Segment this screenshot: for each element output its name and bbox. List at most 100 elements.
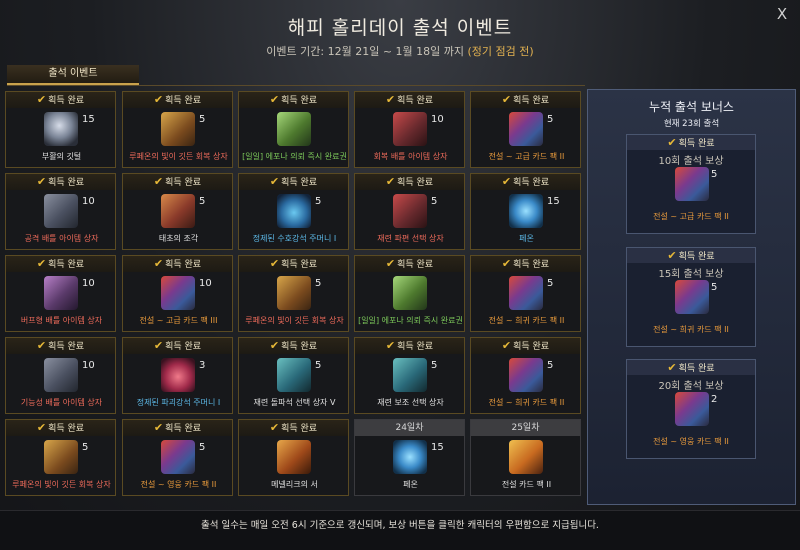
day-reward-cell[interactable]: ✔ 획득 완료 10 회복 배틀 아이템 상자 bbox=[354, 91, 465, 168]
status-label: 획득 완료 bbox=[397, 178, 434, 188]
reward-item-icon bbox=[509, 440, 543, 474]
day-reward-cell[interactable]: ✔ 획득 완료 5 재련 보조 선택 상자 bbox=[354, 337, 465, 414]
bonus-status: ✔ 획득 완료 bbox=[627, 248, 755, 263]
bonus-title: 20회 출석 보상 bbox=[658, 381, 724, 392]
day-reward-status: ✔ 획득 완료 bbox=[239, 420, 348, 436]
day-reward-cell[interactable]: ✔ 획득 완료 5 루페온의 빛이 깃든 회복 상자 bbox=[5, 419, 116, 496]
day-reward-status: ✔ 획득 완료 bbox=[355, 338, 464, 354]
reward-item-name: [일일] 에포나 의뢰 즉시 완료권 bbox=[358, 316, 463, 325]
reward-quantity: 15 bbox=[431, 442, 444, 453]
checkmark-icon: ✔ bbox=[269, 257, 280, 270]
reward-item-name: 공격 배틀 아이템 상자 bbox=[24, 234, 99, 243]
day-reward-cell[interactable]: ✔ 획득 완료 3 정제된 파괴강석 주머니 I bbox=[122, 337, 233, 414]
day-reward-cell[interactable]: ✔ 획득 완료 [일일] 에포나 의뢰 즉시 완료권 bbox=[238, 91, 349, 168]
day-reward-status: 25일차 bbox=[471, 420, 580, 436]
day-reward-cell[interactable]: ✔ 획득 완료 [일일] 에포나 의뢰 즉시 완료권 bbox=[354, 255, 465, 332]
day-reward-status: ✔ 획득 완료 bbox=[239, 256, 348, 272]
bonus-quantity: 5 bbox=[711, 169, 718, 180]
reward-item-name: 전설 ~ 희귀 카드 팩 II bbox=[488, 316, 565, 325]
status-label: 획득 완료 bbox=[281, 96, 318, 106]
reward-quantity: 3 bbox=[199, 360, 206, 371]
day-reward-cell[interactable]: ✔ 획득 완료 5 전설 ~ 영웅 카드 팩 II bbox=[122, 419, 233, 496]
status-label: 획득 완료 bbox=[513, 96, 550, 106]
day-reward-status: ✔ 획득 완료 bbox=[239, 338, 348, 354]
day-reward-cell[interactable]: ✔ 획득 완료 10 전설 ~ 고급 카드 팩 III bbox=[122, 255, 233, 332]
status-label: 획득 완료 bbox=[48, 96, 85, 106]
reward-quantity: 5 bbox=[315, 278, 322, 289]
reward-quantity: 10 bbox=[431, 114, 444, 125]
bonus-item-name: 전설 ~ 희귀 카드 팩 II bbox=[653, 325, 729, 334]
reward-quantity: 5 bbox=[199, 114, 206, 125]
reward-item-icon bbox=[509, 276, 543, 310]
reward-item-icon bbox=[161, 194, 195, 228]
reward-item-name: 전설 ~ 희귀 카드 팩 II bbox=[488, 398, 565, 407]
day-reward-cell[interactable]: ✔ 획득 완료 5 루페온의 빛이 깃든 회복 상자 bbox=[122, 91, 233, 168]
day-reward-status: ✔ 획득 완료 bbox=[6, 92, 115, 108]
reward-item-name: 재련 파편 선택 상자 bbox=[377, 234, 444, 243]
cumulative-bonus-reward[interactable]: ✔ 획득 완료 10회 출석 보상 5 전설 ~ 고급 카드 팩 II bbox=[626, 134, 756, 234]
day-reward-cell[interactable]: ✔ 획득 완료 5 재련 파편 선택 상자 bbox=[354, 173, 465, 250]
day-reward-cell[interactable]: ✔ 획득 완료 5 루페온의 빛이 깃든 회복 상자 bbox=[238, 255, 349, 332]
event-period-text: 이벤트 기간: 12월 21일 ~ 1월 18일 까지 bbox=[266, 45, 465, 58]
checkmark-icon: ✔ bbox=[36, 421, 47, 434]
tab-divider bbox=[7, 85, 585, 86]
day-reward-cell[interactable]: ✔ 획득 완료 메넬리크의 서 bbox=[238, 419, 349, 496]
day-reward-cell[interactable]: ✔ 획득 완료 10 버프형 배틀 아이템 상자 bbox=[5, 255, 116, 332]
day-reward-cell[interactable]: ✔ 획득 완료 15 페온 bbox=[470, 173, 581, 250]
bonus-title: 10회 출석 보상 bbox=[658, 156, 724, 167]
reward-item-icon bbox=[393, 194, 427, 228]
page-title: 해피 홀리데이 출석 이벤트 bbox=[287, 17, 513, 39]
reward-item-name: 정제된 파괴강석 주머니 I bbox=[136, 398, 221, 407]
status-label: 획득 완료 bbox=[281, 178, 318, 188]
checkmark-icon: ✔ bbox=[269, 421, 280, 434]
status-label: 획득 완료 bbox=[165, 424, 202, 434]
reward-quantity: 5 bbox=[431, 196, 438, 207]
day-reward-status: ✔ 획득 완료 bbox=[123, 174, 232, 190]
checkmark-icon: ✔ bbox=[36, 175, 47, 188]
reward-item-name: 부활의 깃털 bbox=[41, 152, 82, 161]
cumulative-bonus-reward[interactable]: ✔ 획득 완료 15회 출석 보상 5 전설 ~ 희귀 카드 팩 II bbox=[626, 247, 756, 347]
checkmark-icon: ✔ bbox=[385, 93, 396, 106]
reward-item-name: 전설 ~ 고급 카드 팩 II bbox=[488, 152, 565, 161]
day-reward-cell[interactable]: ✔ 획득 완료 10 공격 배틀 아이템 상자 bbox=[5, 173, 116, 250]
reward-item-icon bbox=[44, 440, 78, 474]
status-label: 획득 완료 bbox=[165, 342, 202, 352]
reward-quantity: 5 bbox=[199, 442, 206, 453]
day-reward-status: ✔ 획득 완료 bbox=[355, 92, 464, 108]
day-reward-status: ✔ 획득 완료 bbox=[355, 174, 464, 190]
status-label: 획득 완료 bbox=[165, 96, 202, 106]
reward-quantity: 5 bbox=[431, 360, 438, 371]
reward-item-icon bbox=[161, 440, 195, 474]
bonus-quantity: 5 bbox=[711, 282, 718, 293]
day-reward-status: 24일차 bbox=[355, 420, 464, 436]
reward-item-name: 페온 bbox=[403, 480, 418, 489]
cumulative-bonus-title: 누적 출석 보너스 bbox=[649, 100, 734, 114]
day-reward-cell[interactable]: ✔ 획득 완료 5 정제된 수호강석 주머니 I bbox=[238, 173, 349, 250]
bonus-item-name: 전설 ~ 영웅 카드 팩 II bbox=[653, 437, 729, 446]
day-reward-cell[interactable]: ✔ 획득 완료 5 재련 돌파석 선택 상자 V bbox=[238, 337, 349, 414]
reward-item-icon bbox=[277, 440, 311, 474]
status-label: 획득 완료 bbox=[513, 342, 550, 352]
checkmark-icon: ✔ bbox=[269, 339, 280, 352]
reward-item-name: 태초의 조각 bbox=[158, 234, 199, 243]
reward-item-name: 전설 ~ 영웅 카드 팩 II bbox=[140, 480, 217, 489]
status-label: 획득 완료 bbox=[397, 260, 434, 270]
close-button[interactable]: X bbox=[772, 4, 792, 24]
reward-quantity: 5 bbox=[315, 360, 322, 371]
day-reward-cell[interactable]: ✔ 획득 완료 5 태초의 조각 bbox=[122, 173, 233, 250]
checkmark-icon: ✔ bbox=[153, 93, 164, 106]
day-reward-cell[interactable]: ✔ 획득 완료 15 부활의 깃털 bbox=[5, 91, 116, 168]
reward-quantity: 5 bbox=[315, 196, 322, 207]
reward-item-name: 페온 bbox=[519, 234, 534, 243]
tab-attendance-event[interactable]: 출석 이벤트 bbox=[7, 65, 139, 85]
cumulative-bonus-reward[interactable]: ✔ 획득 완료 20회 출석 보상 2 전설 ~ 영웅 카드 팩 II bbox=[626, 359, 756, 459]
checkmark-icon: ✔ bbox=[667, 136, 677, 149]
reward-item-icon bbox=[393, 440, 427, 474]
day-reward-cell[interactable]: ✔ 획득 완료 5 전설 ~ 고급 카드 팩 II bbox=[470, 91, 581, 168]
status-label: 획득 완료 bbox=[397, 342, 434, 352]
day-reward-cell[interactable]: ✔ 획득 완료 10 기능성 배틀 아이템 상자 bbox=[5, 337, 116, 414]
checkmark-icon: ✔ bbox=[36, 339, 47, 352]
day-reward-cell[interactable]: ✔ 획득 완료 5 전설 ~ 희귀 카드 팩 II bbox=[470, 337, 581, 414]
day-reward-cell[interactable]: ✔ 획득 완료 5 전설 ~ 희귀 카드 팩 II bbox=[470, 255, 581, 332]
checkmark-icon: ✔ bbox=[269, 93, 280, 106]
